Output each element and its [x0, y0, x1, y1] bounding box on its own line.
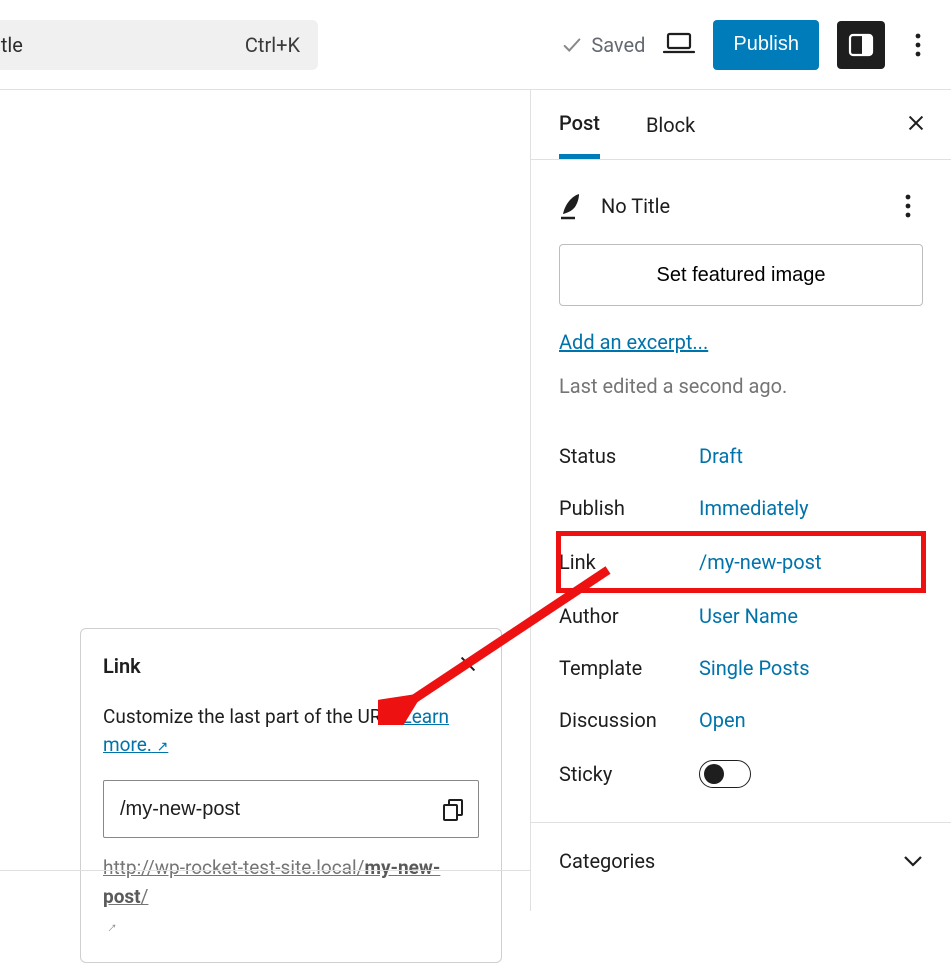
saved-indicator: Saved	[561, 33, 645, 57]
status-label: Status	[559, 444, 699, 468]
more-options-button[interactable]	[903, 25, 933, 65]
meta-row-publish: Publish Immediately	[559, 482, 923, 534]
add-excerpt-link[interactable]: Add an excerpt...	[559, 330, 708, 354]
close-icon	[457, 653, 479, 675]
publish-value[interactable]: Immediately	[699, 496, 809, 520]
sidebar-icon	[848, 32, 874, 58]
copy-icon	[441, 797, 465, 821]
external-arrow-icon: →	[97, 913, 124, 940]
post-title: No Title	[601, 194, 670, 218]
editor-canvas[interactable]: Link Customize the last part of the URL.…	[0, 90, 531, 911]
categories-label: Categories	[559, 849, 655, 873]
meta-row-author: Author User Name	[559, 590, 923, 642]
meta-row-discussion: Discussion Open	[559, 694, 923, 746]
status-value[interactable]: Draft	[699, 444, 743, 468]
sidebar-close-button[interactable]	[905, 112, 927, 138]
check-icon	[561, 34, 583, 56]
set-featured-image-button[interactable]: Set featured image	[559, 244, 923, 306]
tab-block[interactable]: Block	[646, 93, 695, 156]
slug-input[interactable]	[103, 780, 479, 838]
link-label: Link	[559, 550, 699, 574]
external-link-icon: ↗	[157, 739, 169, 755]
popover-title: Link	[103, 654, 141, 678]
canvas-bottom-divider	[0, 870, 531, 871]
template-label: Template	[559, 656, 699, 680]
popover-header: Link	[103, 653, 479, 679]
saved-label: Saved	[591, 33, 645, 57]
post-more-options[interactable]	[893, 186, 923, 226]
settings-sidebar: Post Block No Title Set featured image A…	[531, 90, 951, 911]
settings-panel-toggle[interactable]	[837, 21, 885, 69]
post-panel: No Title Set featured image Add an excer…	[531, 160, 951, 899]
close-icon	[905, 112, 927, 134]
title-placeholder: itle	[0, 33, 23, 57]
top-toolbar: itle Ctrl+K Saved Publish	[0, 0, 951, 90]
categories-section[interactable]: Categories	[531, 822, 951, 899]
title-command-pill[interactable]: itle Ctrl+K	[0, 20, 318, 70]
sidebar-tabs: Post Block	[531, 90, 951, 160]
meta-row-template: Template Single Posts	[559, 642, 923, 694]
device-preview-button[interactable]	[663, 32, 695, 58]
top-right-actions: Saved Publish	[561, 20, 933, 70]
feather-icon	[559, 192, 583, 220]
publish-label: Publish	[559, 496, 699, 520]
popover-close-button[interactable]	[457, 653, 479, 679]
copy-button[interactable]	[441, 797, 465, 821]
link-popover: Link Customize the last part of the URL.…	[80, 628, 502, 963]
sticky-toggle[interactable]	[699, 760, 751, 788]
chevron-down-icon	[903, 849, 923, 873]
discussion-value[interactable]: Open	[699, 708, 746, 732]
kebab-icon	[915, 33, 921, 57]
laptop-icon	[663, 32, 695, 54]
meta-row-sticky: Sticky	[559, 746, 923, 802]
slug-field-wrapper	[103, 780, 479, 838]
link-value[interactable]: /my-new-post	[699, 550, 822, 574]
permalink-host: http://wp-rocket-test-site.local/	[103, 856, 364, 879]
publish-button[interactable]: Publish	[713, 20, 819, 70]
kebab-icon	[905, 194, 911, 218]
post-title-row: No Title	[559, 176, 923, 244]
meta-row-status: Status Draft	[559, 430, 923, 482]
meta-row-link: Link /my-new-post	[559, 534, 923, 590]
editor-body: Link Customize the last part of the URL.…	[0, 90, 951, 911]
sticky-label: Sticky	[559, 762, 699, 786]
permalink-tail: /	[141, 885, 149, 908]
popover-description: Customize the last part of the URL. Lear…	[103, 703, 479, 758]
permalink-preview[interactable]: http://wp-rocket-test-site.local/my-new-…	[103, 854, 479, 940]
post-meta-list: Status Draft Publish Immediately Link /m…	[559, 430, 923, 802]
popover-desc-text: Customize the last part of the URL.	[103, 705, 401, 728]
template-value[interactable]: Single Posts	[699, 656, 810, 680]
last-edited-text: Last edited a second ago.	[559, 374, 923, 398]
discussion-label: Discussion	[559, 708, 699, 732]
tab-post[interactable]: Post	[559, 91, 600, 159]
shortcut-hint: Ctrl+K	[245, 33, 300, 57]
author-label: Author	[559, 604, 699, 628]
author-value[interactable]: User Name	[699, 604, 798, 628]
